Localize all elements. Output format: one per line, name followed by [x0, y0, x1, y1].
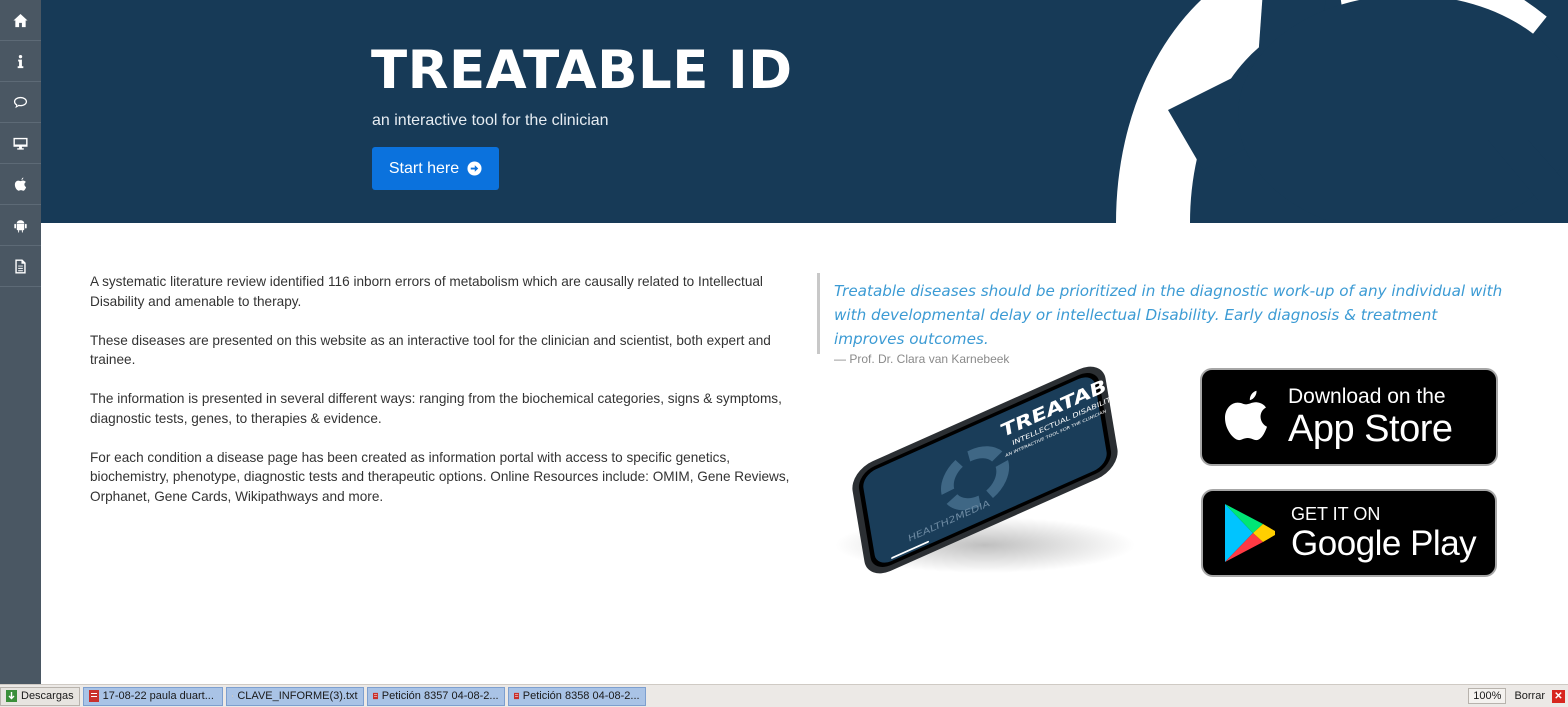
download-bar-controls: 100% Borrar ✕	[1468, 686, 1568, 706]
hero-banner: TREATABLE ID an interactive tool for the…	[41, 0, 1568, 223]
google-play-button[interactable]: GET IT ON Google Play	[1201, 489, 1497, 577]
quote-text: Treatable diseases should be prioritized…	[834, 282, 1503, 348]
app-store-button[interactable]: Download on the App Store	[1200, 368, 1498, 466]
apple-icon	[1225, 390, 1267, 441]
intro-paragraph: The information is presented in several …	[90, 391, 782, 426]
intro-paragraph: A systematic literature review identifie…	[90, 274, 763, 309]
close-icon[interactable]: ✕	[1552, 689, 1565, 703]
google-play-line1: GET IT ON	[1291, 504, 1381, 524]
downloads-icon	[6, 690, 17, 702]
document-icon	[15, 258, 26, 274]
google-play-line2: Google Play	[1291, 524, 1477, 563]
intro-text: A systematic literature review identifie…	[90, 272, 795, 526]
sidebar-item-documents[interactable]	[0, 246, 41, 287]
phone-mockup-image: TREATABLE INTELLECTUAL DISABILITY AN INT…	[825, 360, 1145, 580]
start-here-button[interactable]: Start here	[372, 147, 499, 190]
download-item-name: Petición 8358 04-08-2...	[522, 690, 640, 702]
sidebar-item-android[interactable]	[0, 205, 41, 246]
app-store-line1: Download on the	[1288, 385, 1446, 408]
pdf-file-icon	[372, 692, 378, 700]
intro-paragraph: For each condition a disease page has be…	[90, 449, 790, 504]
downloads-button[interactable]: Descargas	[0, 686, 80, 706]
zoom-level[interactable]: 100%	[1468, 688, 1507, 704]
page-title: TREATABLE ID	[371, 40, 793, 101]
sidebar-item-comments[interactable]	[0, 82, 41, 123]
google-play-icon	[1225, 504, 1275, 562]
clear-downloads-button[interactable]: Borrar	[1510, 689, 1549, 703]
android-icon	[14, 219, 27, 232]
app-store-line2: App Store	[1288, 408, 1453, 450]
sidebar-item-home[interactable]	[0, 0, 41, 41]
start-here-label: Start here	[388, 159, 460, 177]
text-file-icon	[231, 694, 234, 698]
sidebar-item-ios[interactable]	[0, 164, 41, 205]
chat-bubble-icon	[13, 96, 28, 108]
sidebar	[0, 0, 41, 684]
home-icon	[13, 13, 28, 27]
pdf-file-icon	[513, 692, 519, 700]
info-icon	[17, 54, 24, 68]
download-item[interactable]: 17-08-22 paula duart...	[82, 686, 223, 706]
quote-block: Treatable diseases should be prioritized…	[817, 273, 1507, 366]
desktop-icon	[13, 137, 28, 150]
download-item-name: Petición 8357 04-08-2...	[381, 690, 499, 702]
downloads-label: Descargas	[21, 690, 74, 702]
apple-icon	[14, 176, 27, 191]
download-bar: Descargas 17-08-22 paula duart... CLAVE_…	[0, 684, 1568, 707]
arrow-circle-right-icon	[467, 161, 482, 176]
hero-logo-graphic	[1116, 0, 1568, 223]
download-item[interactable]: CLAVE_INFORME(3).txt	[225, 686, 364, 706]
download-item[interactable]: Petición 8357 04-08-2...	[366, 686, 505, 706]
download-item[interactable]: Petición 8358 04-08-2...	[507, 686, 646, 706]
hero-subtitle: an interactive tool for the clinician	[372, 112, 609, 129]
pdf-file-icon	[88, 690, 99, 702]
sidebar-item-info[interactable]	[0, 41, 41, 82]
sidebar-item-desktop[interactable]	[0, 123, 41, 164]
download-item-name: CLAVE_INFORME(3).txt	[237, 690, 358, 702]
intro-paragraph: These diseases are presented on this web…	[90, 332, 771, 368]
download-item-name: 17-08-22 paula duart...	[102, 690, 214, 702]
